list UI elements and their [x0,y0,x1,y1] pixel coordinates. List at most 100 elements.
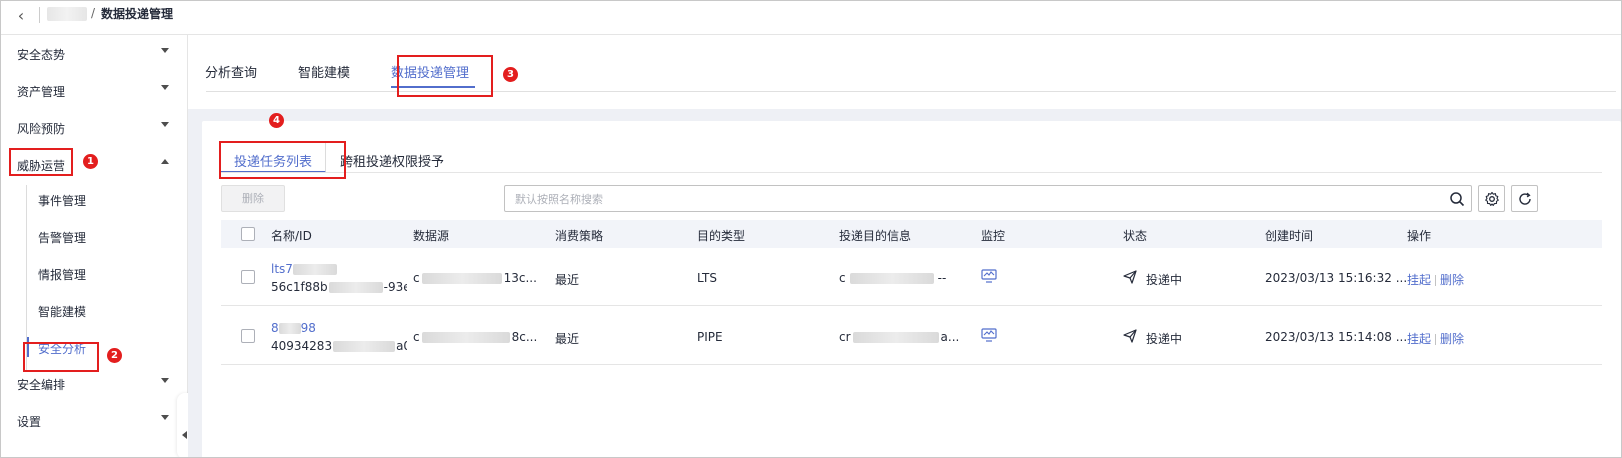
divider [206,91,1616,92]
sidebar-subitem-security-analysis[interactable]: 安全分析 [27,329,187,365]
sidebar-item-label: 安全编排 [17,378,66,392]
delete-link[interactable]: 删除 [1440,273,1464,287]
search-icon[interactable] [1449,191,1465,207]
breadcrumb-current: 数据投递管理 [101,7,174,21]
redacted-text [328,282,383,293]
data-source-tail: 8c... [511,330,538,344]
sidebar-subitem-intelligence-management[interactable]: 情报管理 [27,255,187,291]
destination-type: LTS [697,271,717,285]
refresh-icon [1519,192,1531,205]
column-header: 目的类型 [697,229,746,243]
refresh-button[interactable] [1511,185,1538,212]
send-plane-icon [1123,329,1137,343]
delete-link[interactable]: 删除 [1440,332,1464,346]
data-source-head: c [413,271,420,285]
send-plane-icon [1123,270,1137,284]
table-row: 8 98 40934283 a01 c 8c... 最近 PIPE cr a... [221,307,1602,365]
active-tab-indicator [391,86,475,88]
destination-info-head: c [839,271,846,285]
task-name-tail[interactable]: 98 [301,321,316,335]
redacted-text [421,332,510,343]
task-name-link[interactable]: 8 [271,321,279,335]
sidebar-item-asset-management[interactable]: 资产管理 [1,72,187,110]
destination-info-cell: c -- [839,271,969,285]
settings-button[interactable] [1478,185,1505,212]
task-id-tail: a01 [396,339,407,353]
tab-data-delivery-management[interactable]: 数据投递管理 [391,62,469,81]
status-text: 投递中 [1146,273,1183,287]
created-time: 2023/03/13 15:16:32 ... [1265,271,1408,285]
sidebar-item-label: 设置 [17,415,42,429]
column-header: 消费策略 [555,229,604,243]
search-input[interactable] [515,190,1415,208]
redacted-text [333,341,396,352]
sidebar-subitem-label: 智能建模 [38,305,87,319]
back-chevron-icon[interactable]: ‹ [9,5,33,27]
destination-info-tail: a... [940,330,960,344]
destination-info-head: cr [839,330,851,344]
main-area: 分析查询 智能建模 数据投递管理 投递任务列表 跨租投递权限授予 删除 默认按照… [188,35,1621,457]
row-checkbox[interactable] [241,270,255,284]
redacted-text [278,323,301,334]
top-bar: ‹ / 数据投递管理 [1,1,1621,35]
breadcrumb-separator: / [91,6,96,20]
search-box [504,185,1472,212]
destination-type: PIPE [697,330,723,344]
destination-info-tail: -- [937,271,947,285]
row-checkbox[interactable] [241,329,255,343]
annotation-marker: 3 [503,67,518,82]
breadcrumb-blurred-item[interactable] [47,7,87,21]
delete-button[interactable]: 删除 [221,185,285,212]
sidebar-subitem-intelligent-modeling[interactable]: 智能建模 [27,292,187,328]
sidebar-subitem-label: 安全分析 [38,342,87,356]
column-header: 名称/ID [271,229,312,243]
suspend-link[interactable]: 挂起 [1407,273,1431,287]
caret-down-icon [161,378,169,383]
suspend-link[interactable]: 挂起 [1407,332,1431,346]
caret-up-icon [161,159,169,164]
monitor-chart-icon[interactable] [981,328,997,342]
consumption-policy: 最近 [555,273,580,287]
task-id: 56c1f88b [271,280,328,294]
sidebar-item-settings[interactable]: 设置 [1,402,187,440]
sidebar-item-security-orchestration[interactable]: 安全编排 [1,365,187,403]
column-header: 创建时间 [1265,229,1314,243]
task-id-cell: 56c1f88b -93e [271,280,407,294]
destination-info-cell: cr a... [839,330,969,344]
data-source-cell: c 8c... [413,330,543,344]
annotation-marker: 1 [83,154,98,169]
subtab-delivery-task-list[interactable]: 投递任务列表 [234,151,312,170]
gear-icon [1485,191,1499,206]
sidebar-subitem-label: 情报管理 [38,268,87,282]
monitor-chart-icon[interactable] [981,269,997,283]
annotation-marker: 4 [269,113,284,128]
collapse-left-icon [182,431,187,439]
tab-analysis-query[interactable]: 分析查询 [205,62,257,81]
task-name-cell: 8 98 [271,321,407,335]
sidebar-item-label: 资产管理 [17,85,66,99]
content-panel: 投递任务列表 跨租投递权限授予 删除 默认按照名称搜索 名称/ID 数据源 消费… [202,121,1621,457]
divider [1435,334,1437,345]
sidebar-subitem-incident-management[interactable]: 事件管理 [27,181,187,217]
task-id-cell: 40934283 a01 [271,339,407,353]
subtab-cross-tenant-permission[interactable]: 跨租投递权限授予 [340,151,444,170]
sidebar-subitem-alert-management[interactable]: 告警管理 [27,218,187,254]
sidebar: 安全态势 资产管理 风险预防 威胁运营 事件管理 告警管理 情报管理 智能建模 [1,35,188,457]
data-source-cell: c 13c... [413,271,543,285]
task-name-link[interactable]: lts7 [271,262,293,276]
select-all-checkbox[interactable] [241,227,255,241]
sidebar-item-label: 安全态势 [17,48,66,62]
sidebar-item-security-posture[interactable]: 安全态势 [1,35,187,73]
redacted-text [421,273,502,284]
app-window: ‹ / 数据投递管理 安全态势 资产管理 风险预防 威胁运营 事件管理 告警管理 [0,0,1622,458]
tab-intelligent-modeling[interactable]: 智能建模 [298,62,350,81]
data-source-tail: 13c... [503,271,537,285]
redacted-text [849,273,934,284]
sidebar-item-risk-prevention[interactable]: 风险预防 [1,109,187,147]
task-name-cell: lts7 [271,262,407,276]
column-header: 状态 [1123,229,1148,243]
table-row: lts7 56c1f88b -93e c 13c... 最近 LTS c -- [221,248,1602,306]
task-id: 40934283 [271,339,333,353]
caret-down-icon [161,85,169,90]
caret-down-icon [161,48,169,53]
